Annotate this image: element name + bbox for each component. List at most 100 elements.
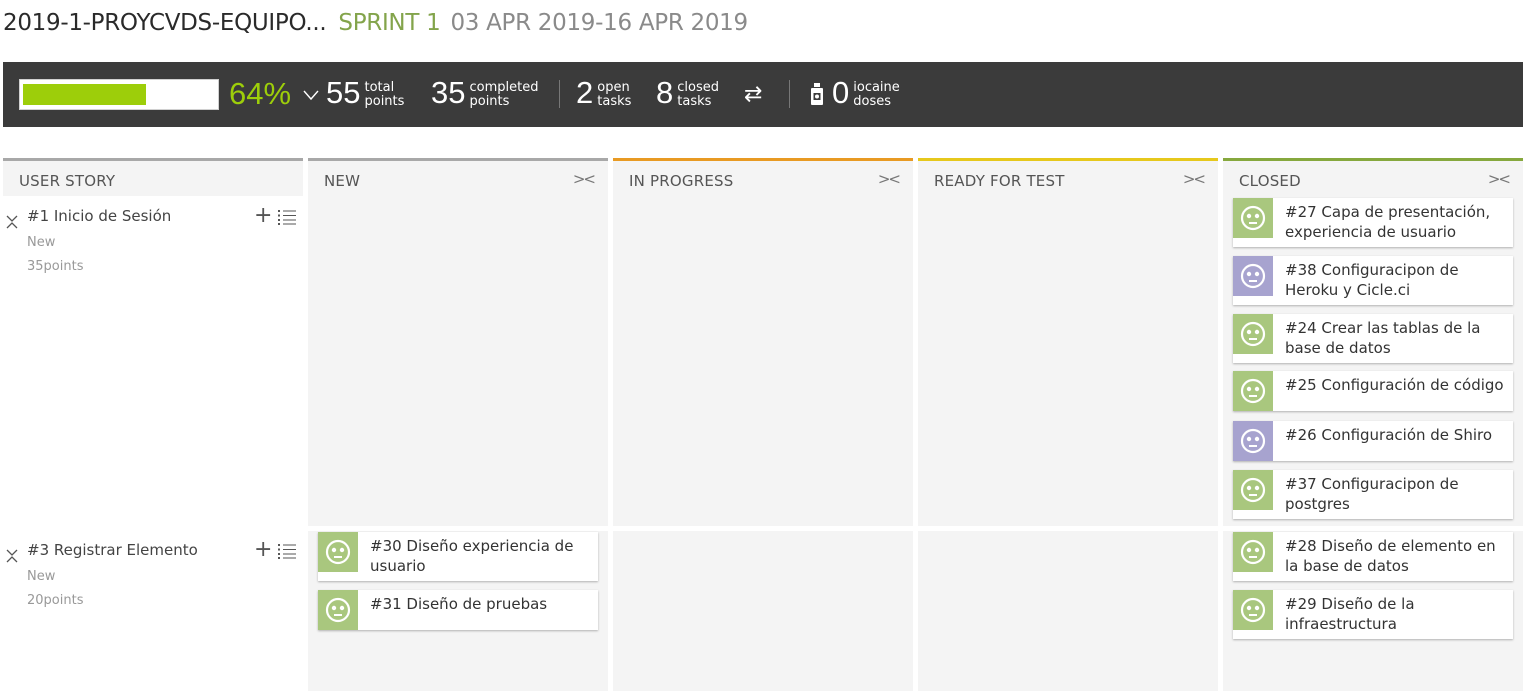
- collapse-arrows-icon[interactable]: ><: [1183, 170, 1206, 188]
- cell-in-progress-row2: [613, 531, 913, 691]
- column-title: CLOSED: [1239, 172, 1301, 190]
- task-title[interactable]: #38 Configuracipon de Heroku y Cicle.ci: [1273, 256, 1513, 305]
- user-story-status[interactable]: New: [27, 235, 55, 250]
- avatar: [1233, 421, 1273, 461]
- sprint-title: 2019-1-PROYCVDS-EQUIPO... SPRINT 1 03 AP…: [3, 10, 748, 44]
- task-title[interactable]: #24 Crear las tablas de la base de datos: [1273, 314, 1513, 363]
- total-points-value: 55: [326, 75, 361, 110]
- completed-points-label-1: completed: [469, 80, 539, 95]
- avatar: [318, 590, 358, 630]
- bulk-add-list-icon[interactable]: [278, 543, 296, 559]
- avatar-icon: [325, 597, 351, 623]
- avatar-icon: [1240, 263, 1266, 289]
- divider: [559, 80, 560, 108]
- swap-arrows-icon[interactable]: ⇄: [744, 84, 762, 106]
- column-header-in-progress: IN PROGRESS ><: [613, 158, 913, 196]
- task-title[interactable]: #29 Diseño de la infraestructura: [1273, 590, 1513, 639]
- avatar: [1233, 532, 1273, 572]
- avatar-icon: [1240, 477, 1266, 503]
- open-tasks-label-1: open: [597, 80, 630, 95]
- iocaine-stat: 0 iocaine doses: [832, 75, 900, 111]
- task-card[interactable]: #31 Diseño de pruebas: [318, 590, 598, 630]
- column-title: READY FOR TEST: [934, 172, 1065, 190]
- closed-tasks-label-1: closed: [677, 80, 719, 95]
- collapse-arrows-icon[interactable]: ><: [878, 170, 901, 188]
- open-tasks-value: 2: [576, 75, 594, 110]
- sprint-dates: 03 APR 2019-16 APR 2019: [450, 10, 748, 36]
- cell-in-progress-row1: [613, 196, 913, 526]
- task-card[interactable]: #38 Configuracipon de Heroku y Cicle.ci: [1233, 256, 1513, 305]
- avatar: [1233, 256, 1273, 296]
- bulk-add-list-icon[interactable]: [278, 209, 296, 225]
- divider: [789, 80, 790, 108]
- closed-tasks-stat: 8 closed tasks: [656, 75, 719, 111]
- cell-ready-row2: [918, 531, 1218, 691]
- collapse-arrows-icon[interactable]: ><: [1488, 170, 1511, 188]
- task-title[interactable]: #31 Diseño de pruebas: [358, 590, 553, 630]
- avatar: [1233, 314, 1273, 354]
- cell-ready-row1: [918, 196, 1218, 526]
- task-card[interactable]: #30 Diseño experiencia de usuario: [318, 532, 598, 581]
- avatar-icon: [1240, 205, 1266, 231]
- avatar-icon: [1240, 378, 1266, 404]
- iocaine-label-2: doses: [853, 94, 891, 109]
- avatar-icon: [325, 539, 351, 565]
- avatar: [1233, 470, 1273, 510]
- avatar: [318, 532, 358, 572]
- sprint-summary-bar: 64% 55 total points 35 completed points …: [3, 62, 1523, 127]
- task-title[interactable]: #37 Configuracipon de postgres: [1273, 470, 1513, 519]
- open-tasks-label-2: tasks: [597, 94, 632, 109]
- add-task-icon[interactable]: +: [254, 539, 272, 561]
- avatar: [1233, 590, 1273, 630]
- completed-points-value: 35: [431, 75, 466, 110]
- task-title[interactable]: #25 Configuración de código: [1273, 371, 1510, 411]
- progress-bar: [19, 79, 219, 110]
- fold-toggle-icon[interactable]: [5, 211, 19, 229]
- user-story-points: 20points: [27, 593, 84, 608]
- avatar: [1233, 371, 1273, 411]
- task-title[interactable]: #27 Capa de presentación, experiencia de…: [1273, 198, 1513, 247]
- task-card[interactable]: #24 Crear las tablas de la base de datos: [1233, 314, 1513, 363]
- task-card[interactable]: #27 Capa de presentación, experiencia de…: [1233, 198, 1513, 247]
- user-story-title[interactable]: #3 Registrar Elemento: [27, 541, 198, 559]
- cell-new-row1: [308, 196, 608, 526]
- chevron-down-icon[interactable]: [303, 87, 319, 103]
- poison-bottle-icon[interactable]: [809, 82, 825, 106]
- task-card[interactable]: #26 Configuración de Shiro: [1233, 421, 1513, 461]
- task-card[interactable]: #28 Diseño de elemento en la base de dat…: [1233, 532, 1513, 581]
- iocaine-value: 0: [832, 75, 850, 110]
- task-card[interactable]: #25 Configuración de código: [1233, 371, 1513, 411]
- user-story-row: #1 Inicio de Sesión New 35points +: [3, 205, 303, 287]
- collapse-arrows-icon[interactable]: ><: [573, 170, 596, 188]
- user-story-points: 35points: [27, 259, 84, 274]
- user-story-status[interactable]: New: [27, 569, 55, 584]
- total-points-label-2: points: [364, 94, 405, 109]
- task-title[interactable]: #30 Diseño experiencia de usuario: [358, 532, 598, 581]
- open-tasks-stat: 2 open tasks: [576, 75, 631, 111]
- avatar-icon: [1240, 539, 1266, 565]
- project-name[interactable]: 2019-1-PROYCVDS-EQUIPO...: [3, 10, 327, 36]
- task-title[interactable]: #28 Diseño de elemento en la base de dat…: [1273, 532, 1513, 581]
- column-title: NEW: [324, 172, 361, 190]
- column-header-closed: CLOSED ><: [1223, 158, 1523, 196]
- avatar: [1233, 198, 1273, 238]
- task-card[interactable]: #29 Diseño de la infraestructura: [1233, 590, 1513, 639]
- add-task-icon[interactable]: +: [254, 205, 272, 227]
- task-card[interactable]: #37 Configuracipon de postgres: [1233, 470, 1513, 519]
- completed-points-label-2: points: [469, 94, 510, 109]
- column-title: USER STORY: [19, 172, 116, 190]
- progress-percent: 64%: [229, 76, 292, 111]
- column-header-ready-for-test: READY FOR TEST ><: [918, 158, 1218, 196]
- fold-toggle-icon[interactable]: [5, 545, 19, 563]
- task-title[interactable]: #26 Configuración de Shiro: [1273, 421, 1498, 461]
- sprint-label: SPRINT 1: [338, 10, 441, 36]
- user-story-row: #3 Registrar Elemento New 20points +: [3, 539, 303, 621]
- completed-points-stat: 35 completed points: [431, 75, 538, 111]
- avatar-icon: [1240, 428, 1266, 454]
- closed-tasks-label-2: tasks: [677, 94, 712, 109]
- user-story-title[interactable]: #1 Inicio de Sesión: [27, 207, 171, 225]
- column-header-new: NEW ><: [308, 158, 608, 196]
- column-title: IN PROGRESS: [629, 172, 734, 190]
- iocaine-label-1: iocaine: [853, 80, 900, 95]
- avatar-icon: [1240, 597, 1266, 623]
